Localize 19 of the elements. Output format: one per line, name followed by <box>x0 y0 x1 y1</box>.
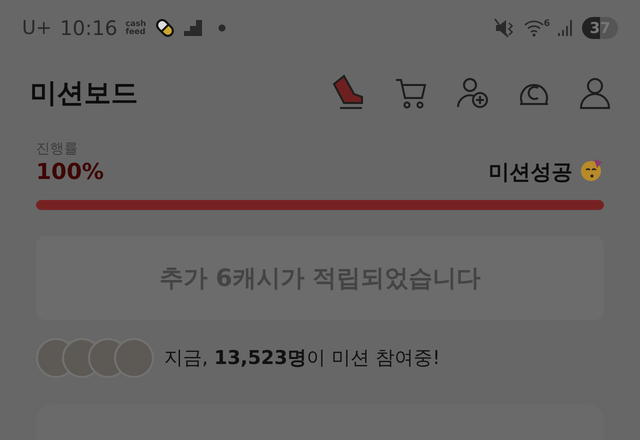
cart-icon[interactable] <box>395 76 429 110</box>
wifi-icon <box>524 19 544 37</box>
carrier-label: U+ <box>22 17 52 39</box>
progress-value: 100% <box>36 160 104 184</box>
party-face-icon <box>580 158 604 182</box>
avatar <box>114 338 154 378</box>
add-user-icon[interactable] <box>456 76 490 110</box>
app-logo: cash feed <box>125 20 146 36</box>
stairs-icon <box>184 20 202 36</box>
status-time: 10:16 <box>60 16 118 40</box>
mission-status: 미션성공 <box>488 158 604 186</box>
mute-icon <box>494 17 516 39</box>
participants-text: 지금, 13,523명이 미션 참여중! <box>164 346 440 371</box>
page-title: 미션보드 <box>30 77 139 111</box>
dot-icon <box>218 24 226 32</box>
battery-indicator: 37 <box>582 17 618 39</box>
wifi-label: 6 <box>544 19 550 29</box>
user-icon[interactable] <box>578 76 612 110</box>
signal-icon <box>558 19 574 37</box>
